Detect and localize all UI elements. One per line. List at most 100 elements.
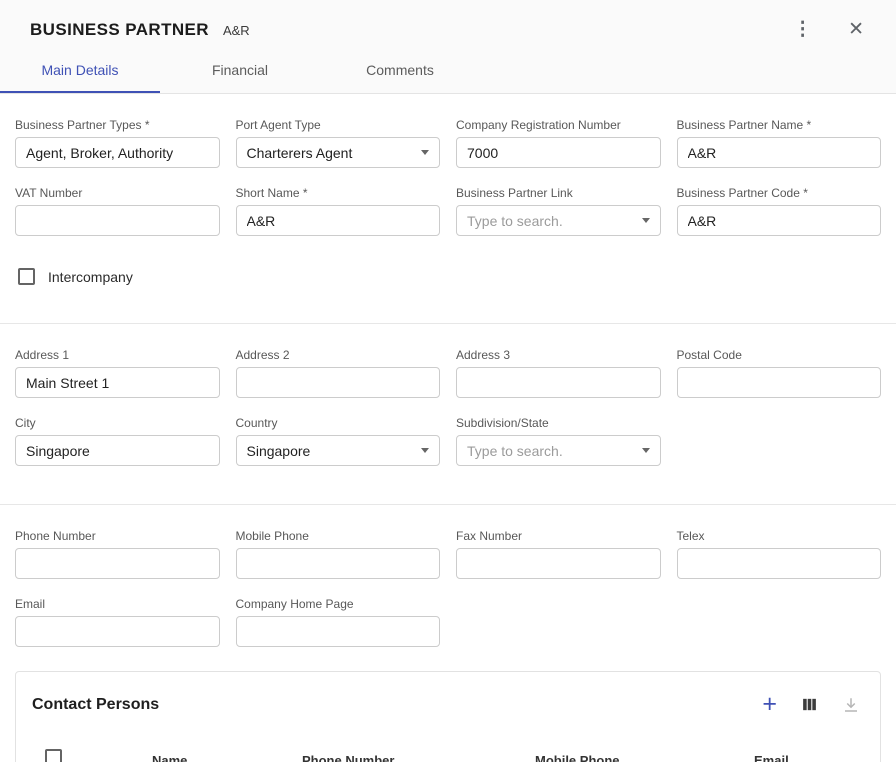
country-select[interactable]: Singapore	[236, 435, 441, 466]
field-vat-number: VAT Number	[15, 186, 220, 236]
country-value: Singapore	[247, 443, 311, 459]
contact-persons-card: Contact Persons +	[15, 671, 881, 762]
main-details-panel: Business Partner Types * Port Agent Type…	[0, 94, 896, 762]
contact-persons-actions: +	[762, 692, 860, 717]
tab-financial[interactable]: Financial	[160, 50, 320, 93]
mobile-phone-input[interactable]	[236, 548, 441, 579]
company-home-page-input[interactable]	[236, 616, 441, 647]
business-partner-code-input[interactable]	[677, 205, 882, 236]
intercompany-label: Intercompany	[48, 269, 133, 285]
section-divider	[0, 504, 896, 505]
business-partner-types-input[interactable]	[15, 137, 220, 168]
record-name: A&R	[223, 23, 250, 38]
chevron-down-icon	[642, 218, 650, 223]
short-name-label: Short Name *	[236, 186, 441, 200]
field-email: Email	[15, 597, 220, 647]
vat-number-input[interactable]	[15, 205, 220, 236]
field-address2: Address 2	[236, 348, 441, 398]
subdivision-state-select[interactable]: Type to search.	[456, 435, 661, 466]
business-partner-name-input[interactable]	[677, 137, 882, 168]
mobile-phone-label: Mobile Phone	[236, 529, 441, 543]
short-name-input[interactable]	[236, 205, 441, 236]
tab-bar: Main Details Financial Comments	[0, 50, 896, 93]
address-section: Address 1 Address 2 Address 3 Postal Cod…	[15, 348, 881, 466]
field-company-registration-number: Company Registration Number	[456, 118, 661, 168]
field-short-name: Short Name *	[236, 186, 441, 236]
field-business-partner-link: Business Partner Link Type to search.	[456, 186, 661, 236]
field-fax-number: Fax Number	[456, 529, 661, 579]
field-port-agent-type: Port Agent Type Charterers Agent	[236, 118, 441, 168]
address3-input[interactable]	[456, 367, 661, 398]
company-registration-number-label: Company Registration Number	[456, 118, 661, 132]
field-telex: Telex	[677, 529, 882, 579]
business-partner-link-placeholder: Type to search.	[467, 213, 563, 229]
business-partner-types-label: Business Partner Types *	[15, 118, 220, 132]
field-company-home-page: Company Home Page	[236, 597, 441, 647]
port-agent-type-select[interactable]: Charterers Agent	[236, 137, 441, 168]
postal-code-input[interactable]	[677, 367, 882, 398]
page-title: BUSINESS PARTNER	[30, 20, 209, 40]
address3-label: Address 3	[456, 348, 661, 362]
vat-number-label: VAT Number	[15, 186, 220, 200]
download-icon[interactable]	[842, 696, 860, 714]
business-partner-link-select[interactable]: Type to search.	[456, 205, 661, 236]
telex-input[interactable]	[677, 548, 882, 579]
select-all-cell	[32, 749, 152, 762]
contact-persons-table-header: Name Phone Number Mobile Phone Email	[16, 731, 880, 762]
business-partner-link-label: Business Partner Link	[456, 186, 661, 200]
kebab-menu-icon[interactable]: ⋮	[787, 20, 818, 39]
city-label: City	[15, 416, 220, 430]
address1-input[interactable]	[15, 367, 220, 398]
tab-main-details[interactable]: Main Details	[0, 50, 160, 93]
field-country: Country Singapore	[236, 416, 441, 466]
company-home-page-label: Company Home Page	[236, 597, 441, 611]
chevron-down-icon	[642, 448, 650, 453]
column-header-mobile-phone: Mobile Phone	[535, 753, 754, 762]
dialog-header: BUSINESS PARTNER A&R ⋮ ✕ Main Details Fi…	[0, 0, 896, 94]
phone-number-input[interactable]	[15, 548, 220, 579]
subdivision-state-placeholder: Type to search.	[467, 443, 563, 459]
business-partner-window: BUSINESS PARTNER A&R ⋮ ✕ Main Details Fi…	[0, 0, 896, 762]
company-registration-number-input[interactable]	[456, 137, 661, 168]
field-postal-code: Postal Code	[677, 348, 882, 398]
contact-persons-title: Contact Persons	[32, 696, 159, 714]
column-settings-icon[interactable]	[801, 696, 818, 713]
close-icon[interactable]: ✕	[842, 20, 870, 39]
postal-code-label: Postal Code	[677, 348, 882, 362]
telex-label: Telex	[677, 529, 882, 543]
column-header-phone-number: Phone Number	[302, 753, 535, 762]
field-city: City	[15, 416, 220, 466]
port-agent-type-label: Port Agent Type	[236, 118, 441, 132]
business-partner-code-label: Business Partner Code *	[677, 186, 882, 200]
subdivision-state-label: Subdivision/State	[456, 416, 661, 430]
field-business-partner-code: Business Partner Code *	[677, 186, 882, 236]
identity-section: Business Partner Types * Port Agent Type…	[15, 118, 881, 236]
field-business-partner-types: Business Partner Types *	[15, 118, 220, 168]
email-label: Email	[15, 597, 220, 611]
fax-number-input[interactable]	[456, 548, 661, 579]
intercompany-checkbox[interactable]	[18, 268, 35, 285]
contact-persons-header: Contact Persons +	[16, 672, 880, 721]
field-mobile-phone: Mobile Phone	[236, 529, 441, 579]
field-subdivision-state: Subdivision/State Type to search.	[456, 416, 661, 466]
field-address3: Address 3	[456, 348, 661, 398]
column-header-name: Name	[152, 753, 302, 762]
tab-comments[interactable]: Comments	[320, 50, 480, 93]
chevron-down-icon	[421, 448, 429, 453]
intercompany-row: Intercompany	[18, 268, 881, 285]
field-phone-number: Phone Number	[15, 529, 220, 579]
select-all-checkbox[interactable]	[45, 749, 62, 762]
business-partner-name-label: Business Partner Name *	[677, 118, 882, 132]
address1-label: Address 1	[15, 348, 220, 362]
title-row: BUSINESS PARTNER A&R ⋮ ✕	[0, 0, 896, 44]
phone-number-label: Phone Number	[15, 529, 220, 543]
address2-input[interactable]	[236, 367, 441, 398]
email-field[interactable]	[15, 616, 220, 647]
field-business-partner-name: Business Partner Name *	[677, 118, 882, 168]
add-contact-person-button[interactable]: +	[762, 692, 777, 717]
field-address1: Address 1	[15, 348, 220, 398]
column-header-email: Email	[754, 753, 864, 762]
address2-label: Address 2	[236, 348, 441, 362]
city-input[interactable]	[15, 435, 220, 466]
fax-number-label: Fax Number	[456, 529, 661, 543]
